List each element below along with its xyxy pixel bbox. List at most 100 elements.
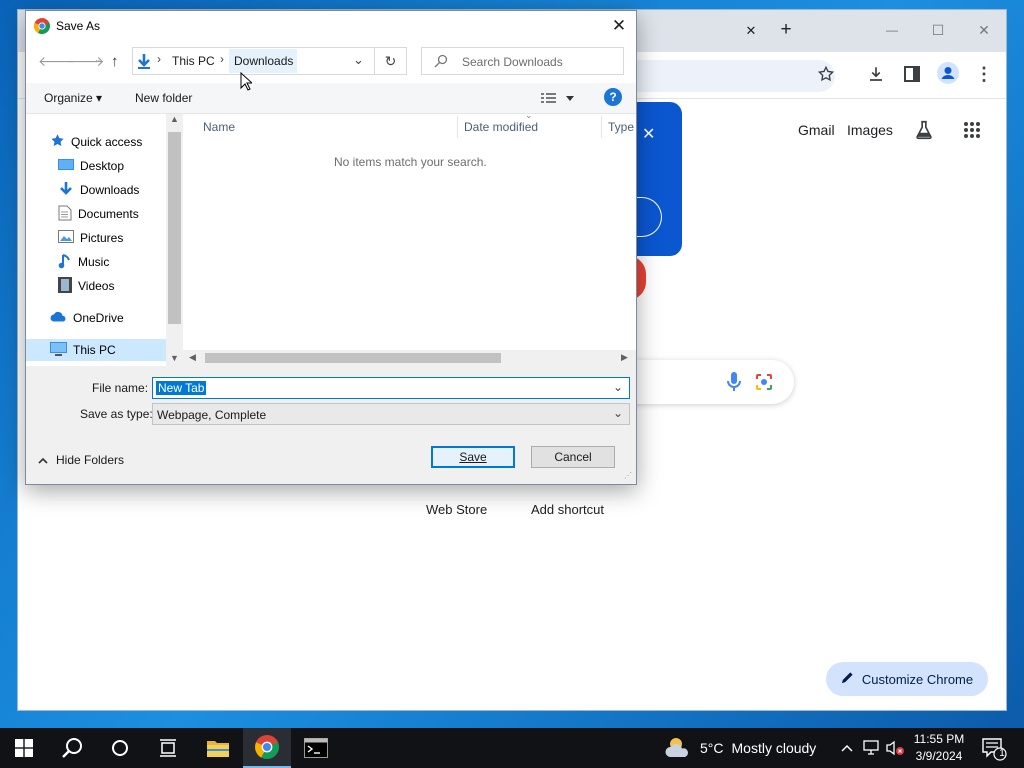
images-link[interactable]: Images [847,122,893,138]
voice-search-icon[interactable] [724,371,744,393]
file-list-pane: Name ⌄ Date modified Type No items match… [183,110,636,366]
save-as-type-dropdown-icon[interactable]: ⌄ [613,406,623,420]
chrome-taskbar-icon[interactable] [243,728,291,768]
resize-grip-icon[interactable]: ⋰ [624,471,632,480]
dialog-address-row: 🡐 🡒 ⌄ ↑ › This PC › Downloads ⌄ ↻ Search… [26,41,636,83]
promo-close-icon[interactable]: ✕ [642,124,655,144]
dialog-title-bar[interactable]: Save As ✕ [26,11,636,41]
recent-locations-chevron-icon[interactable]: ⌄ [94,54,102,65]
address-bar[interactable] [610,60,835,92]
nav-item-label: Music [78,255,110,269]
address-history-chevron-icon[interactable]: ⌄ [353,52,364,68]
breadcrumb-address-box[interactable]: › This PC › Downloads ⌄ [132,47,375,75]
scroll-up-icon[interactable]: ▲ [170,114,179,124]
terminal-taskbar-icon[interactable] [292,728,340,768]
chrome-menu-icon[interactable]: ⋮ [974,62,994,86]
hide-folders-toggle[interactable]: Hide Folders [38,453,124,467]
bookmark-star-icon[interactable] [814,62,838,86]
breadcrumb-separator[interactable]: › [220,52,224,66]
save-button[interactable]: Save [431,446,515,468]
system-clock[interactable]: 11:55 PM 3/9/2024 [906,731,972,765]
network-icon[interactable] [862,739,880,760]
nav-item-quick-access[interactable]: Quick access [50,131,180,153]
maximize-button[interactable]: ☐ [924,18,952,42]
nav-item-documents[interactable]: Documents 📌 [58,203,183,225]
column-header-name[interactable]: Name [203,120,235,134]
volume-muted-icon[interactable] [885,739,905,760]
file-name-dropdown-icon[interactable]: ⌄ [613,380,623,394]
pictures-icon [58,230,74,246]
scroll-right-icon[interactable]: ▶ [621,352,628,363]
file-name-input[interactable]: New Tab ⌄ [152,377,630,399]
nav-item-label: Quick access [71,135,143,149]
tray-overflow-chevron-icon[interactable] [838,736,856,760]
scroll-down-icon[interactable]: ▼ [170,353,179,363]
file-name-label: File name: [92,381,149,395]
task-view-button[interactable] [144,728,192,768]
nav-item-downloads[interactable]: Downloads 📌 [58,179,183,201]
column-divider [457,116,458,138]
save-as-type-value: Webpage, Complete [157,408,267,422]
column-header-type[interactable]: Type [608,120,634,134]
cloud-icon [50,311,67,325]
empty-folder-message: No items match your search. [334,155,487,169]
shortcut-web-store-label[interactable]: Web Store [426,502,487,517]
labs-flask-icon[interactable] [912,118,936,142]
column-header-date-modified[interactable]: Date modified [464,120,538,134]
file-explorer-taskbar-icon[interactable] [194,728,242,768]
breadcrumb-separator[interactable]: › [157,52,161,66]
scroll-left-icon[interactable]: ◀ [189,352,196,363]
start-button[interactable] [0,728,48,768]
downloads-location-icon [136,53,152,72]
minimize-button[interactable]: — [878,18,906,42]
downloads-icon[interactable] [864,62,888,86]
desktop-icon [58,158,74,175]
profile-avatar-icon[interactable] [936,61,960,85]
file-name-selected-text[interactable]: New Tab [156,381,207,395]
weather-description: Mostly cloudy [731,740,817,756]
save-button-label: Save [459,450,487,464]
clock-date: 3/9/2024 [915,749,963,763]
google-search-box[interactable] [610,360,794,404]
weather-widget[interactable]: 5°C Mostly cloudy [664,728,816,768]
nav-item-videos[interactable]: Videos [58,275,183,297]
nav-item-onedrive[interactable]: OneDrive [50,307,180,329]
gmail-link[interactable]: Gmail [798,122,835,138]
new-tab-button[interactable]: + [774,18,798,42]
refresh-icon[interactable]: ↻ [375,47,407,75]
cortana-button[interactable] [96,728,144,768]
breadcrumb-this-pc[interactable]: This PC [172,54,215,68]
nav-scroll-thumb[interactable] [168,132,181,324]
save-as-type-select[interactable]: Webpage, Complete ⌄ [152,403,630,425]
window-close-button[interactable]: ✕ [970,18,998,42]
dialog-close-button[interactable]: ✕ [604,13,634,39]
nav-pane-scrollbar[interactable]: ▲ ▼ [166,114,183,366]
view-options-icon[interactable] [540,91,574,108]
tab-close-icon[interactable]: ✕ [740,20,762,42]
save-as-dialog: Save As ✕ 🡐 🡒 ⌄ ↑ › This PC › Downloads … [25,10,637,485]
hscroll-thumb[interactable] [205,353,501,363]
search-downloads-input[interactable]: Search Downloads [421,47,624,75]
mouse-cursor-icon [240,71,254,95]
up-arrow-icon[interactable]: ↑ [111,53,119,70]
customize-chrome-button[interactable]: Customize Chrome [826,662,988,696]
breadcrumb-downloads[interactable]: Downloads [234,54,293,68]
nav-item-this-pc[interactable]: This PC [50,339,180,361]
nav-item-desktop[interactable]: Desktop 📌 [58,155,183,177]
organize-menu[interactable]: Organize ▾ [44,91,102,105]
shortcut-add-label[interactable]: Add shortcut [531,502,604,517]
nav-item-music[interactable]: Music [58,251,183,273]
nav-item-pictures[interactable]: Pictures 📌 [58,227,183,249]
search-taskbar-button[interactable] [48,728,96,768]
cancel-button[interactable]: Cancel [531,446,615,468]
apps-grid-icon[interactable] [960,118,984,142]
search-placeholder: Search Downloads [462,55,563,69]
side-panel-icon[interactable] [900,62,924,86]
chevron-up-icon [38,453,48,467]
cancel-button-label: Cancel [554,450,592,464]
save-as-type-label: Save as type: [80,407,153,421]
help-icon[interactable]: ? [604,88,622,106]
new-folder-button[interactable]: New folder [135,91,192,105]
file-list-hscrollbar[interactable]: ◀ ▶ [183,350,636,366]
lens-search-icon[interactable] [753,371,775,393]
